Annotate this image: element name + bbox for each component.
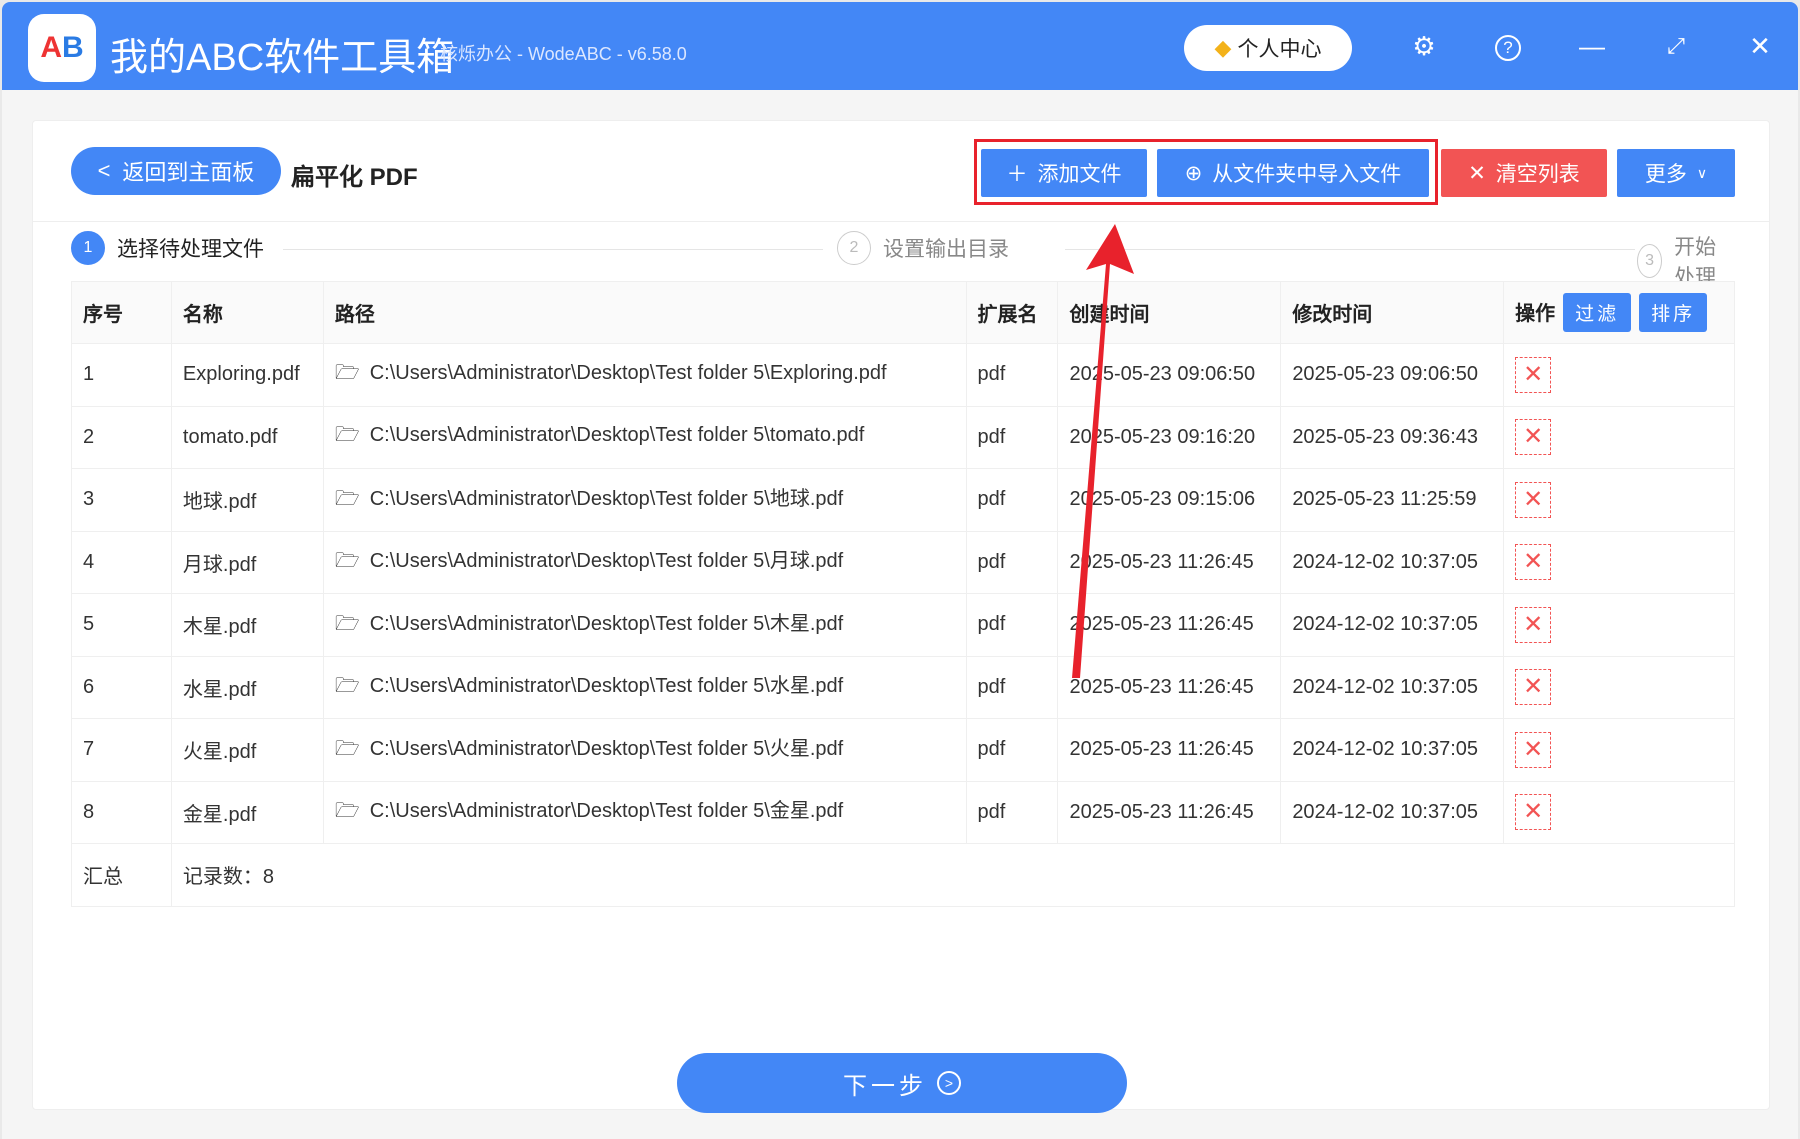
- app-window: AB 我的ABC软件工具箱 核烁办公 - WodeABC - v6.58.0 ◆…: [2, 2, 1798, 1139]
- red-arrow-annotation: [1072, 224, 1134, 678]
